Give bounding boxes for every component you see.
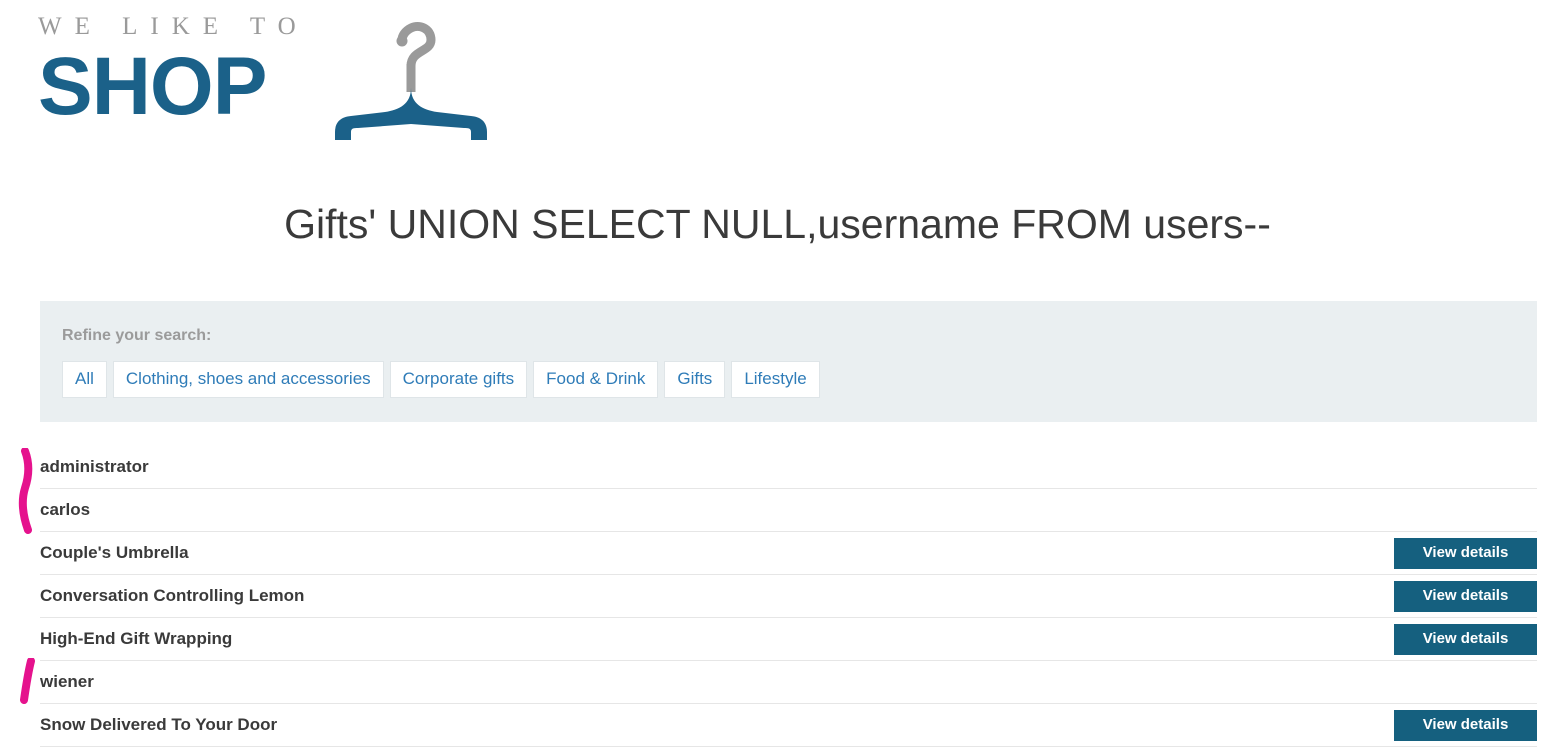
button-slot-empty [1394, 452, 1537, 483]
refine-search-panel: Refine your search: All Clothing, shoes … [40, 301, 1537, 422]
filter-button-lifestyle[interactable]: Lifestyle [731, 361, 819, 398]
filter-button-all[interactable]: All [62, 361, 107, 398]
result-name: Couple's Umbrella [40, 543, 189, 563]
view-details-button[interactable]: View details [1394, 710, 1537, 742]
filter-button-corporate[interactable]: Corporate gifts [390, 361, 528, 398]
logo-shop-text: SHOP [38, 49, 266, 124]
view-details-button[interactable]: View details [1394, 581, 1537, 613]
filter-button-food-drink[interactable]: Food & Drink [533, 361, 658, 398]
result-name: Snow Delivered To Your Door [40, 715, 277, 735]
annotation-mark-usernames [16, 448, 42, 539]
table-row: Couple's Umbrella View details [40, 532, 1537, 575]
site-header: WE LIKE TO SHOP [0, 0, 1555, 160]
button-slot-empty [1394, 667, 1537, 698]
search-results-list: administrator carlos Couple's Umbrella V… [40, 446, 1537, 747]
table-row: Snow Delivered To Your Door View details [40, 704, 1537, 747]
table-row: High-End Gift Wrapping View details [40, 618, 1537, 661]
result-name: High-End Gift Wrapping [40, 629, 232, 649]
table-row: carlos [40, 489, 1537, 532]
page-title: Gifts' UNION SELECT NULL,username FROM u… [0, 160, 1555, 247]
result-name: carlos [40, 500, 90, 520]
table-row: Conversation Controlling Lemon View deta… [40, 575, 1537, 618]
refine-search-label: Refine your search: [62, 327, 1515, 345]
filter-button-list: All Clothing, shoes and accessories Corp… [62, 361, 1515, 398]
clothes-hanger-icon [331, 20, 491, 145]
result-name: administrator [40, 457, 149, 477]
result-name: wiener [40, 672, 94, 692]
annotation-mark-wiener [16, 658, 42, 709]
logo-tagline: WE LIKE TO [38, 8, 309, 39]
logo-wordmark-group: WE LIKE TO SHOP [38, 8, 309, 124]
view-details-button[interactable]: View details [1394, 624, 1537, 656]
table-row: wiener [40, 661, 1537, 704]
table-row: administrator [40, 446, 1537, 489]
filter-button-clothing[interactable]: Clothing, shoes and accessories [113, 361, 384, 398]
filter-button-gifts[interactable]: Gifts [664, 361, 725, 398]
result-name: Conversation Controlling Lemon [40, 586, 304, 606]
site-logo[interactable]: WE LIKE TO SHOP [38, 8, 491, 145]
view-details-button[interactable]: View details [1394, 538, 1537, 570]
button-slot-empty [1394, 495, 1537, 526]
